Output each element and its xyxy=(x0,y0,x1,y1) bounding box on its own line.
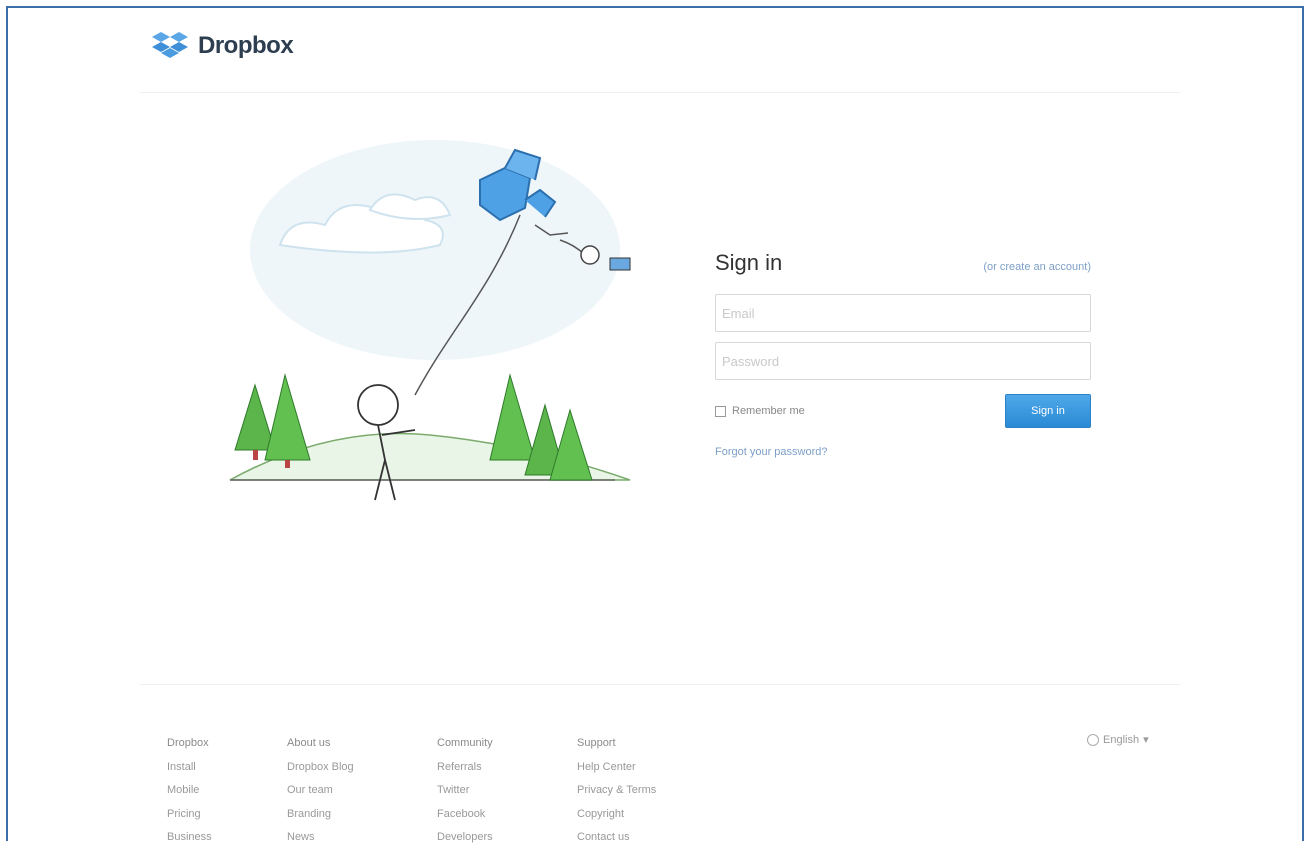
footer-column-community: Community Referrals Twitter Facebook Dev… xyxy=(437,732,577,850)
forgot-password-link[interactable]: Forgot your password? xyxy=(715,446,1091,458)
footer-column-head[interactable]: Support xyxy=(577,732,717,756)
signin-form: Sign in (or create an account) Remember … xyxy=(715,250,1091,458)
footer-link[interactable]: Help Center xyxy=(577,756,717,780)
footer-link[interactable]: Developers xyxy=(437,826,577,850)
remember-me[interactable]: Remember me xyxy=(715,405,805,417)
password-field[interactable] xyxy=(715,342,1091,380)
footer-link[interactable]: Facebook xyxy=(437,803,577,827)
footer-link[interactable]: Contact us xyxy=(577,826,717,850)
page-frame xyxy=(6,6,1304,841)
footer-link[interactable]: News xyxy=(287,826,437,850)
footer-link[interactable]: Our team xyxy=(287,779,437,803)
footer-column-head[interactable]: Dropbox xyxy=(167,732,287,756)
language-selector[interactable]: English ▾ xyxy=(1087,733,1149,746)
footer-link[interactable]: Install xyxy=(167,756,287,780)
footer-link[interactable]: Privacy & Terms xyxy=(577,779,717,803)
footer-link[interactable]: Twitter xyxy=(437,779,577,803)
footer-link[interactable]: Mobile xyxy=(167,779,287,803)
footer-column-support: Support Help Center Privacy & Terms Copy… xyxy=(577,732,717,850)
footer-column-about: About us Dropbox Blog Our team Branding … xyxy=(287,732,437,850)
remember-label: Remember me xyxy=(732,405,805,417)
signin-header: Sign in (or create an account) xyxy=(715,250,1091,284)
footer-divider xyxy=(140,684,1180,685)
globe-icon xyxy=(1087,733,1099,746)
footer-column-dropbox: Dropbox Install Mobile Pricing Business xyxy=(167,732,287,850)
email-field[interactable] xyxy=(715,294,1091,332)
brand-name[interactable]: Dropbox xyxy=(198,32,294,60)
footer-column-head[interactable]: About us xyxy=(287,732,437,756)
remember-checkbox[interactable] xyxy=(715,405,726,417)
footer-link[interactable]: Referrals xyxy=(437,756,577,780)
create-account-link[interactable]: (or create an account) xyxy=(983,261,1091,273)
signin-button[interactable]: Sign in xyxy=(1005,394,1091,428)
footer-link[interactable]: Dropbox Blog xyxy=(287,756,437,780)
chevron-down-icon: ▾ xyxy=(1143,734,1149,746)
dropbox-box-icon[interactable] xyxy=(150,29,190,64)
language-label: English xyxy=(1103,733,1140,746)
footer-link[interactable]: Pricing xyxy=(167,803,287,827)
kite-stickman-illustration xyxy=(220,130,650,520)
footer-link[interactable]: Branding xyxy=(287,803,437,827)
footer-link[interactable]: Copyright xyxy=(577,803,717,827)
signin-actions: Remember me Sign in xyxy=(715,394,1091,428)
header: Dropbox xyxy=(150,26,294,66)
footer-link[interactable]: Business xyxy=(167,826,287,850)
signin-title: Sign in xyxy=(715,250,783,275)
footer-links: Dropbox Install Mobile Pricing Business … xyxy=(167,732,717,850)
footer-column-head[interactable]: Community xyxy=(437,732,577,756)
header-divider xyxy=(140,92,1180,93)
